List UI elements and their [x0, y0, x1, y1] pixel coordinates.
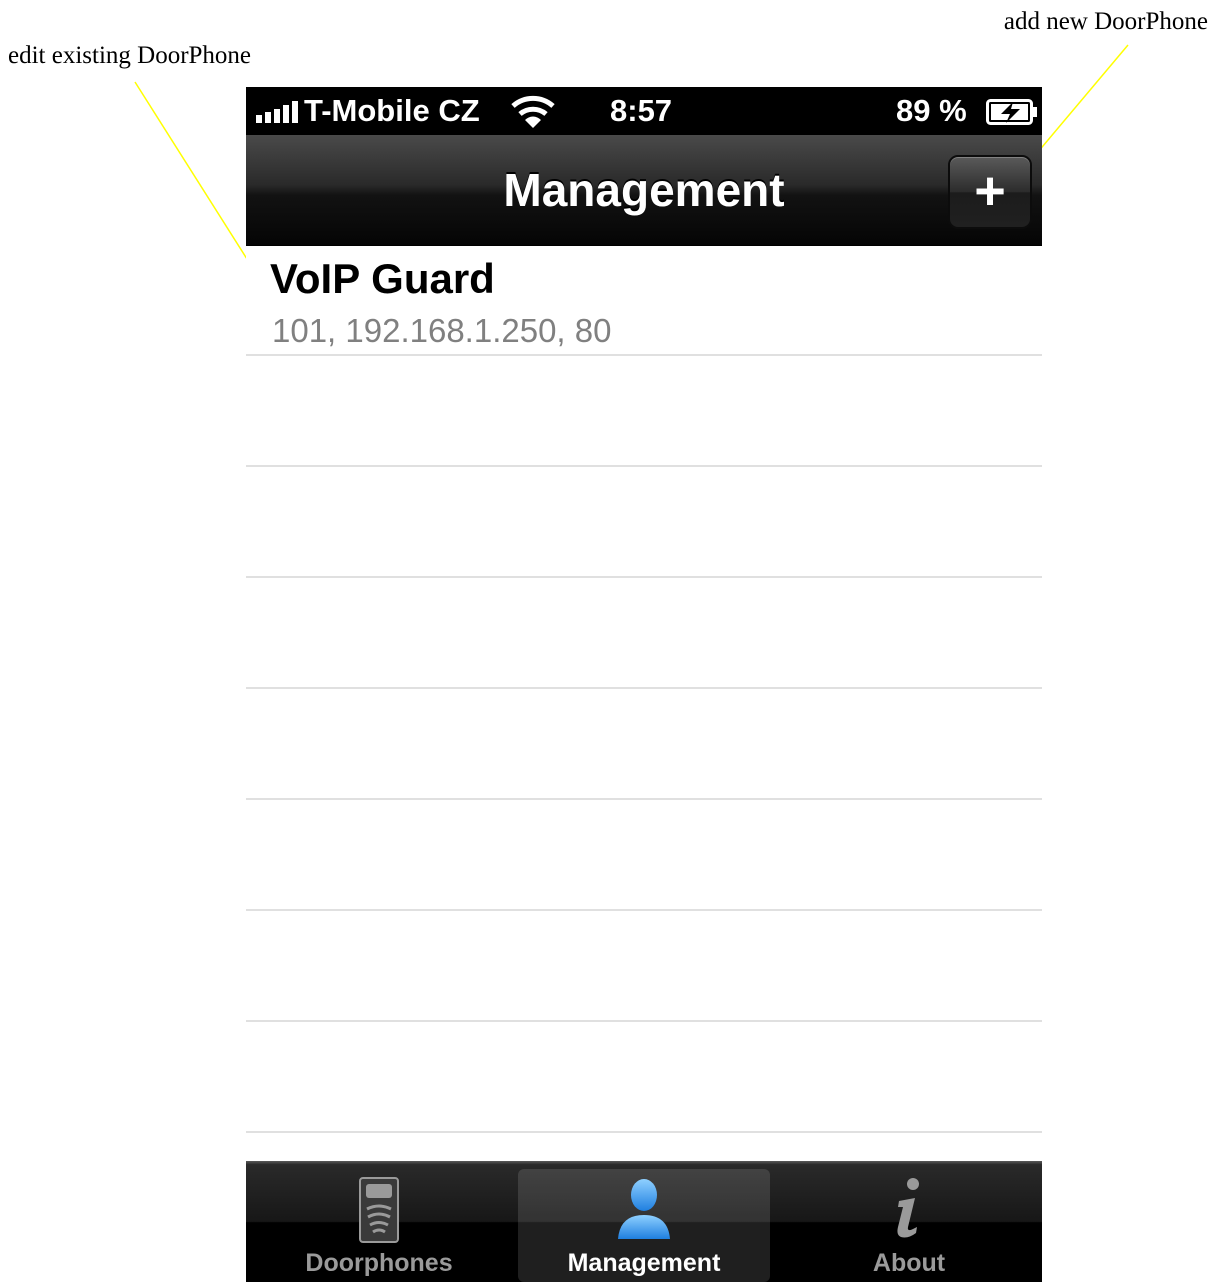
signal-strength-icon: [256, 101, 298, 123]
annotation-add-new: add new DoorPhone: [1003, 8, 1208, 35]
empty-row: [246, 911, 1042, 1022]
tab-about[interactable]: About: [782, 1161, 1036, 1282]
phone-screen: T-Mobile CZ 8:57 89 % Management + VoIP …: [246, 87, 1042, 1282]
info-icon: [897, 1178, 919, 1238]
add-doorphone-button[interactable]: +: [948, 155, 1032, 229]
tab-label-doorphones: Doorphones: [305, 1249, 453, 1277]
status-time: 8:57: [610, 93, 673, 128]
doorphone-list: VoIP Guard 101, 192.168.1.250, 80: [246, 245, 1042, 1244]
list-item-voip-guard[interactable]: VoIP Guard 101, 192.168.1.250, 80: [246, 245, 1042, 356]
tab-doorphones[interactable]: Doorphones: [252, 1161, 506, 1282]
carrier-name: T-Mobile CZ: [304, 93, 480, 128]
empty-row: [246, 578, 1042, 689]
person-icon: [618, 1179, 670, 1239]
list-item-subtitle: 101, 192.168.1.250, 80: [272, 312, 612, 349]
wifi-icon: [511, 95, 555, 128]
navigation-bar: Management +: [246, 135, 1042, 246]
empty-row: [246, 356, 1042, 467]
battery-charging-icon: [986, 99, 1037, 125]
annotation-edit-existing: edit existing DoorPhone: [8, 42, 252, 69]
empty-row: [246, 689, 1042, 800]
battery-percentage: 89 %: [896, 93, 967, 128]
empty-row: [246, 800, 1042, 911]
list-item-title: VoIP Guard: [270, 255, 495, 302]
page-title: Management: [503, 164, 785, 216]
doorphone-icon: [359, 1177, 399, 1243]
empty-row: [246, 1022, 1042, 1133]
tab-management[interactable]: Management: [518, 1169, 770, 1282]
plus-icon: +: [974, 161, 1006, 221]
tab-label-management: Management: [567, 1249, 721, 1277]
status-bar: T-Mobile CZ 8:57 89 %: [246, 87, 1042, 135]
tab-bar: Doorphones Management About: [246, 1161, 1042, 1282]
empty-row: [246, 467, 1042, 578]
tab-label-about: About: [872, 1249, 946, 1277]
